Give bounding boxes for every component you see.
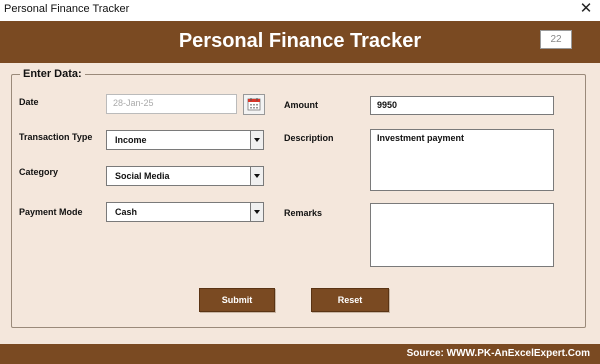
date-field[interactable]: 28-Jan-25 xyxy=(106,94,237,114)
remarks-field[interactable] xyxy=(370,203,554,267)
chevron-down-icon[interactable] xyxy=(250,203,263,221)
category-value: Social Media xyxy=(115,171,170,181)
transaction-type-label: Transaction Type xyxy=(19,132,93,142)
window-title: Personal Finance Tracker xyxy=(4,3,130,15)
group-legend: Enter Data: xyxy=(20,68,85,80)
window-titlebar: Personal Finance Tracker ✕ xyxy=(0,0,600,21)
calendar-icon xyxy=(247,98,261,111)
reset-button[interactable]: Reset xyxy=(311,288,389,312)
amount-field[interactable]: 9950 xyxy=(370,96,554,115)
close-icon[interactable]: ✕ xyxy=(578,0,594,18)
amount-label: Amount xyxy=(284,100,318,110)
description-label: Description xyxy=(284,133,334,143)
payment-mode-select[interactable]: Cash xyxy=(106,202,264,222)
submit-button[interactable]: Submit xyxy=(199,288,275,312)
page-title: Personal Finance Tracker xyxy=(178,30,422,52)
calendar-button[interactable] xyxy=(243,94,265,115)
footer-band: Source: WWW.PK-AnExcelExpert.Com xyxy=(0,344,600,364)
payment-mode-value: Cash xyxy=(115,207,138,217)
chevron-down-icon[interactable] xyxy=(250,131,263,149)
source-credit: Source: WWW.PK-AnExcelExpert.Com xyxy=(406,348,590,359)
remarks-label: Remarks xyxy=(284,208,323,218)
category-select[interactable]: Social Media xyxy=(106,166,264,186)
category-label: Category xyxy=(19,167,59,177)
payment-mode-label: Payment Mode xyxy=(19,207,83,217)
chevron-down-icon[interactable] xyxy=(250,167,263,185)
app-header: Personal Finance Tracker 22 xyxy=(0,21,600,63)
transaction-type-select[interactable]: Income xyxy=(106,130,264,150)
transaction-type-value: Income xyxy=(115,135,147,145)
date-label: Date xyxy=(19,97,39,107)
description-field[interactable]: Investment payment xyxy=(370,129,554,191)
record-id-field: 22 xyxy=(540,30,572,49)
